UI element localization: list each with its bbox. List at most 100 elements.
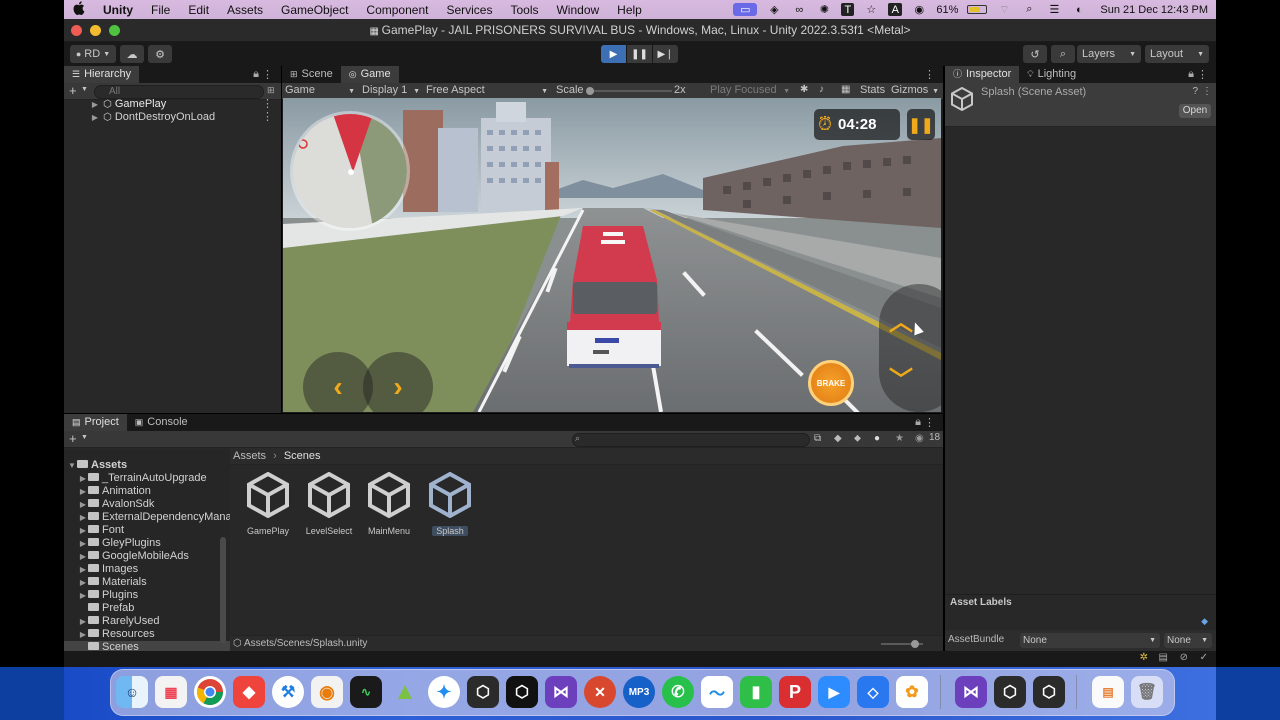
component-menu-icon[interactable]: ⋮: [1202, 86, 1212, 97]
expand-arrow-icon[interactable]: ▶: [78, 550, 88, 563]
menu-help[interactable]: Help: [608, 3, 651, 17]
bug-icon[interactable]: ✱: [800, 84, 808, 95]
menu-file[interactable]: File: [142, 3, 179, 17]
open-button[interactable]: Open: [1179, 104, 1211, 118]
dock-zoom-icon[interactable]: ▶: [818, 676, 850, 708]
tree-item-materials[interactable]: ▶ Materials: [64, 576, 230, 589]
dock-unity-hub-icon[interactable]: ⬡: [467, 676, 499, 708]
expand-arrow-icon[interactable]: ▶: [90, 111, 100, 124]
lock-icon[interactable]: 🔒︎: [915, 416, 921, 429]
cloud-button[interactable]: ☁: [120, 45, 144, 63]
expand-arrow-icon[interactable]: ▶: [78, 563, 88, 576]
info-icon[interactable]: ●: [874, 433, 880, 444]
menu-component[interactable]: Component: [357, 3, 437, 17]
keyboard-input-icon[interactable]: A: [888, 3, 903, 16]
tab-scene[interactable]: ⊞ Scene: [282, 66, 341, 83]
minimize-window-button[interactable]: [90, 25, 101, 36]
search-button[interactable]: ⌕: [1051, 45, 1075, 63]
panel-menu-icon[interactable]: ⋮: [1197, 68, 1208, 81]
icon-size-slider[interactable]: [881, 640, 923, 648]
creative-cloud-icon[interactable]: ∞: [791, 3, 807, 16]
dock-unity-3-icon[interactable]: ⬡: [1033, 676, 1065, 708]
apple-menu-icon[interactable]: [64, 1, 94, 18]
dock-remote-desktop-icon[interactable]: ✕: [584, 676, 616, 708]
layout-dropdown[interactable]: Layout ▼: [1145, 45, 1209, 63]
tree-item-terrainautoupgrade[interactable]: ▶ _TerrainAutoUpgrade: [64, 472, 230, 485]
dock-unity-icon[interactable]: ⬡: [506, 676, 538, 708]
gizmos-dropdown[interactable]: Gizmos ▼: [891, 84, 939, 99]
battery-icon[interactable]: [967, 5, 988, 14]
pause-button[interactable]: ❚❚: [627, 45, 652, 63]
expand-arrow-icon[interactable]: ▼: [67, 459, 77, 472]
dock-notchmeister-icon[interactable]: ◇: [857, 676, 889, 708]
dock-mp3-converter-icon[interactable]: MP3: [623, 676, 655, 708]
dock-anydesk-icon[interactable]: ◆: [233, 676, 265, 708]
breadcrumb-assets[interactable]: Assets: [233, 450, 266, 462]
dock-wps-office-icon[interactable]: P: [779, 676, 811, 708]
expand-arrow-icon[interactable]: ▶: [78, 615, 88, 628]
create-button[interactable]: +: [69, 431, 77, 446]
tree-item-externaldependencymanager[interactable]: ▶ ExternalDependencyMana: [64, 511, 230, 524]
spotlight-search-icon[interactable]: ⌕: [1021, 3, 1037, 16]
tree-item-resources[interactable]: ▶ Resources: [64, 628, 230, 641]
unity-status-icon[interactable]: ◈: [766, 3, 782, 16]
control-center-icon[interactable]: ☰: [1046, 3, 1062, 16]
expand-arrow-icon[interactable]: ▶: [78, 628, 88, 641]
dock-numbers-icon[interactable]: ▮: [740, 676, 772, 708]
search-by-label-icon[interactable]: ◆: [834, 433, 842, 444]
tree-item-animation[interactable]: ▶ Animation: [64, 485, 230, 498]
lock-icon[interactable]: 🔒︎: [253, 68, 259, 81]
expand-arrow-icon[interactable]: ▶: [78, 472, 88, 485]
dock-android-studio-icon[interactable]: ▲: [389, 676, 421, 708]
cache-server-icon[interactable]: ▤: [1159, 652, 1168, 663]
dock-photos-icon[interactable]: ✿: [896, 676, 928, 708]
add-button[interactable]: +: [69, 83, 77, 98]
scale-slider[interactable]: [586, 87, 672, 95]
dock-finder-icon[interactable]: ☺: [116, 676, 148, 708]
reverse-button[interactable]: ﹀: [889, 360, 913, 395]
display-dropdown[interactable]: Display 1 ▼: [362, 84, 420, 99]
tab-console[interactable]: ▣ Console: [127, 414, 196, 431]
scale-slider-thumb[interactable]: [586, 87, 594, 95]
dock-unity-2-icon[interactable]: ⬡: [994, 676, 1026, 708]
hidden-packages-icon[interactable]: ◉: [915, 433, 924, 444]
dock-visual-studio-code-icon[interactable]: ⋈: [955, 676, 987, 708]
tree-item-prefab[interactable]: Prefab: [64, 602, 230, 615]
breadcrumb-scenes[interactable]: Scenes: [284, 450, 321, 462]
zoom-window-button[interactable]: [109, 25, 120, 36]
panel-menu-icon[interactable]: ⋮: [924, 68, 935, 81]
tree-item-gleyplugins[interactable]: ▶ GleyPlugins: [64, 537, 230, 550]
scene-filter-icon[interactable]: ⊞: [267, 85, 275, 96]
tree-scrollbar[interactable]: [220, 537, 226, 643]
project-search-input[interactable]: [572, 433, 810, 447]
lightbulb-icon[interactable]: ✲: [1140, 652, 1148, 663]
airdrop-icon[interactable]: ◉: [911, 3, 927, 16]
tag-icon[interactable]: ◆: [1201, 616, 1208, 627]
chatgpt-icon[interactable]: ✺: [816, 3, 832, 16]
stats-button[interactable]: Stats: [860, 84, 885, 96]
menu-unity[interactable]: Unity: [94, 3, 142, 17]
text-tool-icon[interactable]: T: [841, 3, 855, 16]
item-menu-icon[interactable]: ⋮: [262, 111, 273, 124]
expand-arrow-icon[interactable]: ▶: [78, 485, 88, 498]
lock-icon[interactable]: 🔒︎: [1188, 68, 1194, 81]
play-focused-dropdown[interactable]: Play Focused ▼: [710, 84, 790, 99]
screen-recorder-icon[interactable]: ▭: [733, 3, 758, 16]
menu-edit[interactable]: Edit: [179, 3, 218, 17]
collab-button[interactable]: ⚙: [148, 45, 172, 63]
tab-lighting[interactable]: 💡︎ Lighting: [1019, 66, 1084, 83]
star-icon[interactable]: ☆: [863, 3, 879, 16]
asset-tile-levelselect[interactable]: LevelSelect: [301, 472, 357, 536]
hierarchy-item-dontdestroyonload[interactable]: ▶ ⬡ DontDestroyOnLoad ⋮: [64, 111, 281, 124]
tab-project[interactable]: ▤ Project: [64, 414, 127, 431]
search-by-type-icon[interactable]: ⧉: [814, 433, 821, 444]
dock-safari-icon[interactable]: ✦: [428, 676, 460, 708]
hierarchy-item-gameplay[interactable]: ▶ ⬡ GamePlay ⋮: [64, 98, 281, 111]
account-dropdown[interactable]: ● RD ▼: [70, 45, 116, 63]
mute-audio-icon[interactable]: ♪: [819, 84, 824, 95]
expand-arrow-icon[interactable]: ▶: [90, 98, 100, 111]
dock-visual-studio-icon[interactable]: ⋈: [545, 676, 577, 708]
expand-arrow-icon[interactable]: ▶: [78, 576, 88, 589]
asset-tile-splash[interactable]: Splash: [422, 472, 478, 536]
wifi-icon[interactable]: ⌔: [996, 3, 1012, 16]
